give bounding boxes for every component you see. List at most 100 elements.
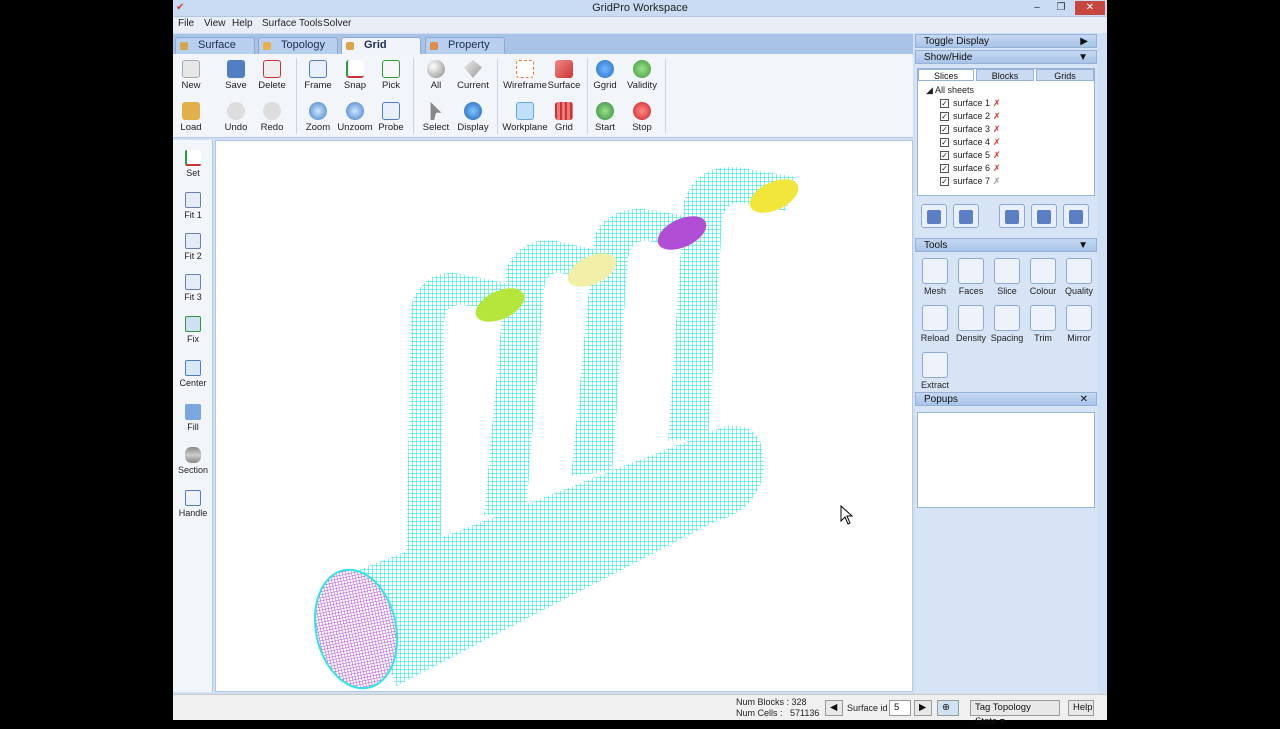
handle-button[interactable]: Handle <box>173 484 213 526</box>
checkbox[interactable]: ✓ <box>940 112 949 122</box>
remove-icon[interactable]: ✗ <box>993 125 1002 134</box>
mesh-tool-button[interactable]: Mesh <box>917 256 953 302</box>
tab-topology[interactable]: Topology <box>258 37 338 54</box>
pick-button[interactable]: Pick <box>369 56 413 96</box>
surface-id-field[interactable]: 5 <box>889 700 911 716</box>
reload-tool-button[interactable]: Reload <box>917 303 953 349</box>
tab-surface[interactable]: Surface <box>175 37 255 54</box>
stop-button[interactable]: Stop <box>620 98 664 138</box>
menu-help[interactable]: Help <box>232 18 253 29</box>
load-button[interactable]: Load <box>169 98 213 138</box>
faces-tool-button[interactable]: Faces <box>953 256 989 302</box>
maximize-button[interactable]: ❐ <box>1049 1 1073 15</box>
current-button[interactable]: Current <box>451 56 495 96</box>
button-label: Save <box>225 80 247 91</box>
header-label: Popups <box>924 394 958 405</box>
remove-icon[interactable]: ✗ <box>993 112 1002 121</box>
remove-icon[interactable]: ✗ <box>993 177 1002 186</box>
quality-tool-button[interactable]: Quality <box>1061 256 1097 302</box>
help-button[interactable]: Help <box>1068 700 1094 716</box>
slice-view-3-button[interactable] <box>999 204 1025 228</box>
fit2-button[interactable]: Fit 2 <box>173 227 213 269</box>
reload-icon <box>922 305 948 331</box>
surface-row[interactable]: ✓ surface 4 ✗ <box>940 137 1002 150</box>
checkbox[interactable]: ✓ <box>940 99 949 109</box>
slice-view-5-button[interactable] <box>1063 204 1089 228</box>
grid-button[interactable]: Grid <box>542 98 586 138</box>
checkbox[interactable]: ✓ <box>940 125 949 135</box>
subtab-grids[interactable]: Grids <box>1036 69 1094 81</box>
menu-view[interactable]: View <box>204 18 226 29</box>
surface-row[interactable]: ✓ surface 1 ✗ <box>940 98 1002 111</box>
trim-tool-button[interactable]: Trim <box>1025 303 1061 349</box>
tab-property[interactable]: Property <box>425 37 505 54</box>
menu-file[interactable]: File <box>178 18 194 29</box>
button-label: Stop <box>632 122 652 133</box>
surface-row[interactable]: ✓ surface 2 ✗ <box>940 111 1002 124</box>
button-label: Zoom <box>305 122 331 133</box>
delete-button[interactable]: Delete <box>250 56 294 96</box>
popups-header[interactable]: Popups ✕ <box>915 392 1097 406</box>
surface-row[interactable]: ✓ surface 5 ✗ <box>940 150 1002 163</box>
tab-grid[interactable]: Grid <box>341 37 421 55</box>
mesh-render <box>313 166 854 690</box>
checkbox[interactable]: ✓ <box>940 164 949 174</box>
surface-button[interactable]: Surface <box>542 56 586 96</box>
spacing-tool-button[interactable]: Spacing <box>989 303 1025 349</box>
prev-surface-button[interactable]: ◀ <box>825 700 843 716</box>
checkbox[interactable]: ✓ <box>940 177 949 187</box>
show-hide-header[interactable]: Show/Hide ▼ <box>915 50 1097 64</box>
toolbar-separator <box>497 58 498 134</box>
mirror-tool-button[interactable]: Mirror <box>1061 303 1097 349</box>
redo-button[interactable]: Redo <box>250 98 294 138</box>
subtab-blocks[interactable]: Blocks <box>976 69 1034 81</box>
menu-surface-tools[interactable]: Surface Tools <box>262 18 322 29</box>
next-surface-button[interactable]: ▶ <box>914 700 932 716</box>
minimize-button[interactable]: – <box>1025 1 1049 15</box>
section-button[interactable]: Section <box>173 441 213 483</box>
extract-tool-button[interactable]: Extract <box>917 350 953 396</box>
remove-icon[interactable]: ✗ <box>993 151 1002 160</box>
checkbox[interactable]: ✓ <box>940 151 949 161</box>
button-label: Frame <box>304 80 332 91</box>
title-bar: ✔ GridPro Workspace – ❐ ✕ <box>173 0 1107 17</box>
density-tool-button[interactable]: Density <box>953 303 989 349</box>
slice-view-2-button[interactable] <box>953 204 979 228</box>
fit1-button[interactable]: Fit 1 <box>173 186 213 228</box>
center-button[interactable]: Center <box>173 354 213 396</box>
surface-label: surface 5 <box>953 150 991 160</box>
probe-button[interactable]: Probe <box>369 98 413 138</box>
remove-icon[interactable]: ✗ <box>993 138 1002 147</box>
surface-row[interactable]: ✓ surface 6 ✗ <box>940 163 1002 176</box>
extract-icon <box>922 352 948 378</box>
fix-button[interactable]: Fix <box>173 310 213 352</box>
button-label: Handle <box>178 508 208 518</box>
new-button[interactable]: New <box>169 56 213 96</box>
tag-topology-state-dropdown[interactable]: Tag Topology State ▾ <box>970 700 1060 727</box>
validity-button[interactable]: Validity <box>620 56 664 96</box>
checkbox[interactable]: ✓ <box>940 138 949 148</box>
slice-view-1-button[interactable] <box>921 204 947 228</box>
close-button[interactable]: ✕ <box>1075 1 1105 15</box>
surface-row[interactable]: ✓ surface 3 ✗ <box>940 124 1002 137</box>
tool-label: Trim <box>1034 333 1052 343</box>
slice-view-4-button[interactable] <box>1031 204 1057 228</box>
tools-header[interactable]: Tools ▼ <box>915 238 1097 252</box>
remove-icon[interactable]: ✗ <box>993 164 1002 173</box>
tree-root[interactable]: ◢ All sheets <box>926 85 974 98</box>
remove-icon[interactable]: ✗ <box>993 99 1002 108</box>
pin-surface-button[interactable]: ⊕ <box>937 700 959 716</box>
display-button[interactable]: Display <box>451 98 495 138</box>
surface-row[interactable]: ✓ surface 7 ✗ <box>940 176 1002 189</box>
fill-button[interactable]: Fill <box>173 398 213 440</box>
graphics-viewport[interactable] <box>215 140 913 692</box>
toggle-display-header[interactable]: Toggle Display ▶ <box>915 34 1097 48</box>
close-icon[interactable]: ✕ <box>1080 393 1088 407</box>
fit3-button[interactable]: Fit 3 <box>173 268 213 310</box>
colour-tool-button[interactable]: Colour <box>1025 256 1061 302</box>
set-button[interactable]: Set <box>173 144 213 186</box>
slice-tool-button[interactable]: Slice <box>989 256 1025 302</box>
subtab-slices[interactable]: Slices <box>918 69 974 81</box>
button-label: Current <box>457 80 489 91</box>
menu-solver[interactable]: Solver <box>323 18 351 29</box>
